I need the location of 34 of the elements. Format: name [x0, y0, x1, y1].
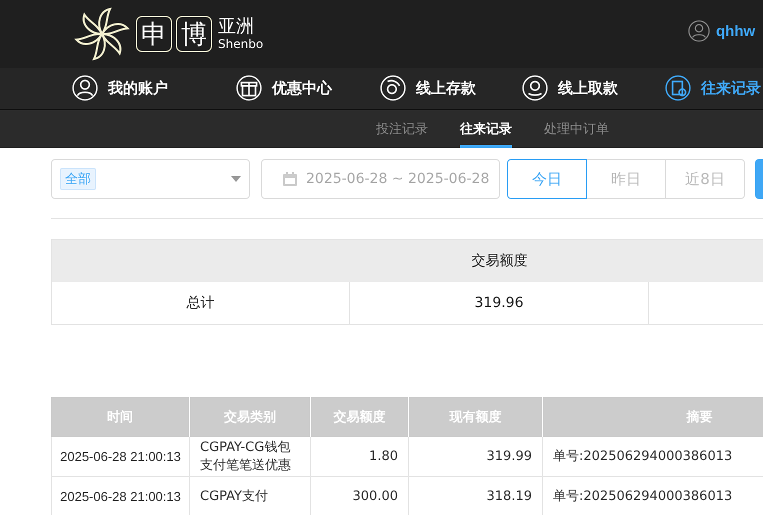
- flower-logo-icon: [72, 5, 132, 63]
- table-cell: 318.19: [409, 477, 543, 515]
- column-header: 交易额度: [470, 252, 528, 271]
- table-cell: CGPAY支付: [190, 477, 311, 515]
- table-cell: 1.80: [311, 437, 409, 477]
- nav-item[interactable]: 优惠中心: [236, 75, 332, 101]
- user-icon: [72, 75, 98, 101]
- user-avatar-icon[interactable]: [688, 20, 710, 42]
- nav-item[interactable]: 往来记录: [665, 75, 761, 101]
- table-cell: 总计: [52, 282, 350, 324]
- table-cell: 300.00: [311, 477, 409, 515]
- caret-icon: [231, 176, 241, 182]
- nav-item[interactable]: 线上存款: [380, 75, 476, 101]
- table-cell: CGPAY-CG钱包支付笔笔送优惠: [190, 437, 311, 477]
- table-cell: 2025-06-28 21:00:13: [51, 437, 190, 477]
- sub-tab[interactable]: 投注记录: [376, 110, 428, 148]
- selected-tag: 全部: [60, 168, 96, 190]
- table-cell: 单号:202506294000386013: [543, 437, 763, 477]
- table-cell: 2025-06-28 21:00:13: [51, 477, 190, 515]
- nav-item[interactable]: 我的账户: [72, 75, 168, 101]
- table-cell: 319.96: [350, 282, 649, 324]
- sub-tab[interactable]: 处理中订单: [544, 110, 609, 148]
- logo-subtext: Shenbo: [218, 37, 264, 51]
- logo-character: 申: [136, 16, 172, 52]
- calendar-icon: [282, 171, 298, 187]
- gift-icon: [236, 75, 262, 101]
- logo-character: 博: [176, 16, 212, 52]
- sub-tab[interactable]: 往来记录: [460, 110, 512, 148]
- table-cell: 单号:202506294000386013: [543, 477, 763, 515]
- logo-text: 亚洲: [218, 17, 255, 37]
- username-link[interactable]: qhhw: [716, 22, 758, 40]
- clipboard-clock-icon: [665, 75, 691, 101]
- nav-item[interactable]: 线上取款: [522, 75, 618, 101]
- table-cell: 319.99: [409, 437, 543, 477]
